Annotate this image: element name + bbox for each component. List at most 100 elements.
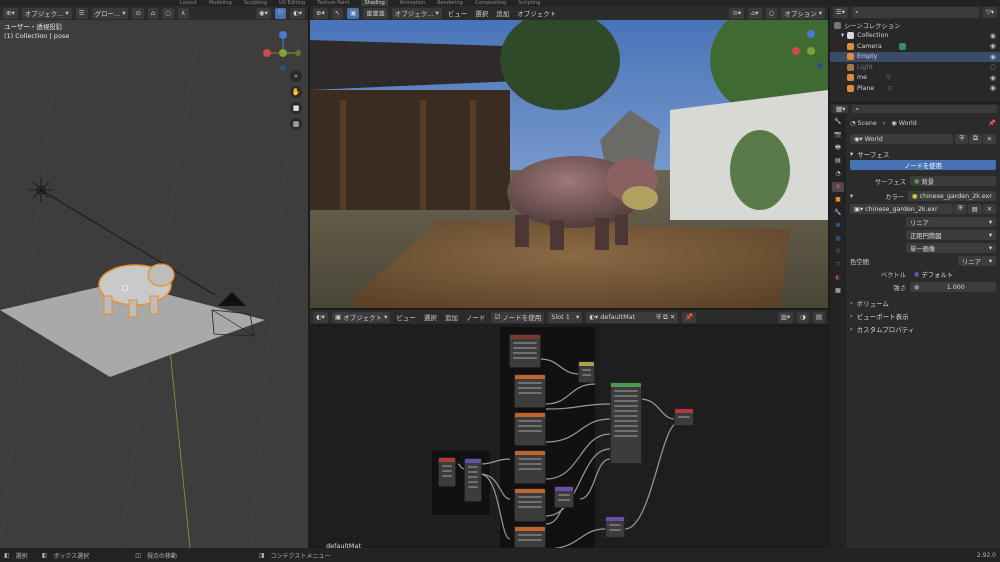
select-mode-icon[interactable]: ▥▥▥ [363,7,388,19]
pin-icon[interactable]: 📌 [682,311,697,323]
outliner-scene-collection[interactable]: シーンコレクション [830,20,1000,31]
properties-editor[interactable]: ▦▾ ⌕ 🔧 📷 🖶 ▤ ◔ ◉ ■ 🔧 ✻ ◍ ⚲ ▽ ◐ ▦ ◔ Scene… [830,104,1000,548]
outliner-item-empty[interactable]: Empty ◉ [830,51,1000,62]
outliner[interactable]: ☰▾ ⌕ ▽▾ シーンコレクション ▾ Collection ◉ Camera … [830,6,1000,102]
menu-view[interactable]: ビュー [394,312,418,322]
overlay-icon[interactable]: ◑ [797,311,809,323]
modifier-tab-icon[interactable]: 🔧 [832,208,844,218]
texture-tab-icon[interactable]: ▦ [832,286,844,296]
search-field[interactable]: ⌕ [852,6,979,18]
viewport-3d[interactable]: ⊕▾ オブジェク... ▾ ☰ グロー... ▾ ⊙ ⌂ ○ ∧ ◉▾ ⤧ ◐▾ ユ… [0,6,308,548]
outliner-item-plane[interactable]: Plane ▽ ◉ [830,83,1000,94]
transform-orientation-dropdown[interactable]: グロー... ▾ [91,7,129,19]
node-image-texture-1[interactable] [509,334,541,368]
menu-add[interactable]: 追加 [443,312,460,322]
node-principled-bsdf[interactable] [610,382,642,464]
render-navigation-gizmo[interactable] [786,26,826,76]
duplicate-icon[interactable]: ⧉ [969,134,982,144]
outliner-item-light[interactable]: Light ◌ [830,62,1000,73]
output-tab-icon[interactable]: 🖶 [832,143,844,153]
object-tab-icon[interactable]: ■ [832,195,844,205]
menu-add[interactable]: 追加 [494,8,511,18]
backdrop-icon[interactable]: ▤ [812,311,825,323]
pivot-icon[interactable]: ⊙▾ [729,7,745,19]
menu-node[interactable]: ノード [464,312,488,322]
zoom-icon[interactable]: ⌕ [290,70,302,82]
colorspace-dropdown[interactable]: リニア ▾ [958,256,996,266]
gizmo-toggle-icon[interactable]: ⤧ [274,7,287,19]
node-normal-map[interactable] [554,486,574,508]
scene-tab-icon[interactable]: ◔ [832,169,844,179]
node-image-texture-3[interactable] [514,412,546,446]
menu-icon[interactable]: ☰ [75,7,88,19]
chevron-down-icon[interactable]: ▾ [850,193,858,200]
overlay-icon[interactable]: ◐▾ [290,7,305,19]
node-canvas[interactable]: defaultMat [310,324,828,548]
snap-icon[interactable]: ⌂▾ [748,7,762,19]
node-material-output[interactable] [674,408,694,426]
options-dropdown[interactable]: オプション ▾ [781,7,825,19]
world-tab-icon[interactable]: ◉ [832,182,844,192]
viewport-display-section-header[interactable]: › ビューポート表示 [850,310,996,321]
use-nodes-button[interactable]: ノードを使用 [850,160,996,170]
eye-icon[interactable]: ◉ [990,74,996,82]
particles-tab-icon[interactable]: ✻ [832,221,844,231]
outliner-item-collection[interactable]: ▾ Collection ◉ [830,31,1000,42]
tool-select-icon[interactable]: ↖ [331,7,344,19]
node-image-texture-2[interactable] [514,374,546,408]
material-selector[interactable]: ◐▾ defaultMat ⛨ ⧉ ✕ [586,311,679,323]
snap-icon[interactable]: ▥▾ [777,311,794,323]
tool-tab-icon[interactable]: 🔧 [832,117,844,127]
constraints-tab-icon[interactable]: ⚲ [832,247,844,257]
expand-arrow-icon[interactable]: ▾ [841,32,844,39]
editor-type-button[interactable]: ⊕▾ [3,7,18,19]
camera-view-icon[interactable]: ■ [290,102,302,114]
menu-select[interactable]: 選択 [422,312,439,322]
surface-field[interactable]: ● 背景 [910,176,996,186]
physics-tab-icon[interactable]: ◍ [832,234,844,244]
properties-search[interactable]: ⌕ [852,105,997,113]
editor-type-button[interactable]: ☰▾ [833,6,849,18]
slot-dropdown[interactable]: Slot 1 ▾ [548,311,583,323]
eye-icon[interactable]: ◉ [990,32,996,40]
snap-icon[interactable]: ⌂ [147,7,159,19]
eye-icon[interactable]: ◉ [990,84,996,92]
material-tab-icon[interactable]: ◐ [832,273,844,283]
proportional-icon[interactable]: ○ [162,7,174,19]
mode-dropdown[interactable]: オブジェク... ▾ [21,7,72,19]
custom-properties-section-header[interactable]: › カスタムプロパティ [850,323,996,334]
image-selector[interactable]: ▣▾ chinese_garden_2k.exr [850,204,954,214]
unlink-icon[interactable]: ✕ [982,134,996,144]
pan-hand-icon[interactable]: ✋ [290,86,302,98]
strength-field[interactable]: ● 1.000 [910,282,996,292]
image-open-icon[interactable]: ▤ [967,204,982,214]
filter-icon[interactable]: ▽▾ [982,6,997,18]
projection-dropdown[interactable]: 正距円筒図 ▾ [906,230,996,240]
eye-icon[interactable]: ◉ [990,53,996,61]
object-mode-dropdown[interactable]: ▣ オブジェクト ▾ [331,311,391,323]
mode-dropdown[interactable]: オブジェク... ▾ [391,7,442,19]
navigation-gizmo[interactable] [263,31,301,71]
interpolation-dropdown[interactable]: リニア ▾ [906,217,996,227]
world-selector[interactable]: ◉▾ World [850,134,954,144]
image-unlink-icon[interactable]: ✕ [982,204,996,214]
editor-type-button[interactable]: ◐▾ [313,311,328,323]
ortho-toggle-icon[interactable]: ▦ [290,118,302,130]
eye-hidden-icon[interactable]: ◌ [990,63,996,71]
data-tab-icon[interactable]: ▽ [832,260,844,270]
menu-object[interactable]: オブジェクト [515,8,558,18]
viewport-render[interactable]: ⊕▾ ↖ ▣ ▥▥▥ オブジェク... ▾ ビュー 選択 追加 オブジェクト ⊙▾… [310,6,828,308]
node-image-texture-6[interactable] [514,526,546,548]
view-layer-tab-icon[interactable]: ▤ [832,156,844,166]
node-mapping[interactable] [464,458,482,502]
node-displacement[interactable] [605,516,625,538]
outliner-item-camera[interactable]: Camera ◉ [830,41,1000,52]
menu-view[interactable]: ビュー [446,8,470,18]
proportional-icon[interactable]: ○ [765,7,778,19]
visibility-icon[interactable]: ◉▾ [255,7,271,19]
node-image-texture-5[interactable] [514,488,546,522]
pivot-icon[interactable]: ⊙ [132,7,144,19]
render-tab-icon[interactable]: 📷 [832,130,844,140]
pin-icon[interactable]: 📌 [988,119,996,127]
shader-node-editor[interactable]: ◐▾ ▣ オブジェクト ▾ ビュー 選択 追加 ノード ☑ ノードを使用 Slot… [310,310,828,548]
